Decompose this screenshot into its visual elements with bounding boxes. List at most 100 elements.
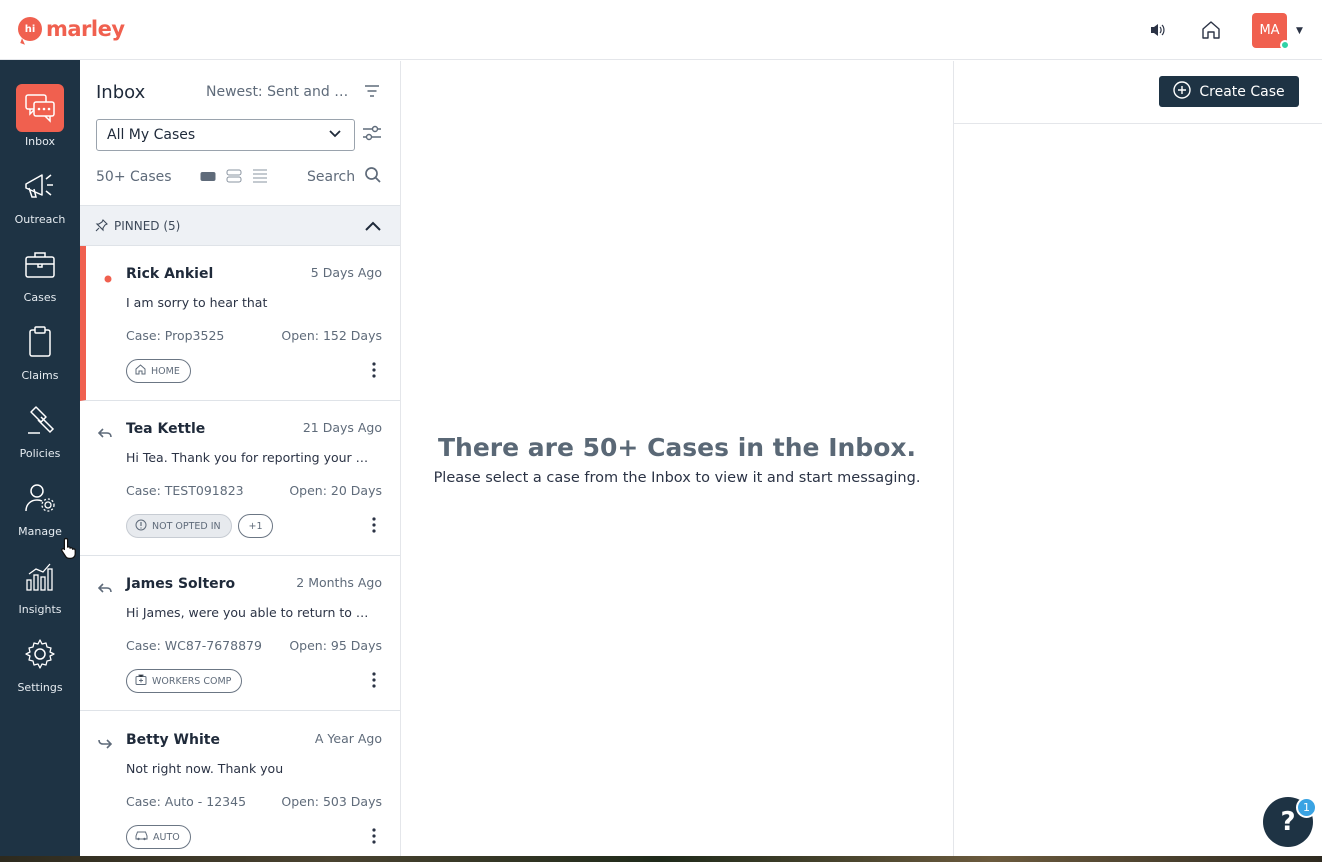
pinned-section-header[interactable]: PINNED (5): [80, 205, 400, 246]
case-tag-label: AUTO: [153, 831, 180, 843]
case-open-days: Open: 95 Days: [289, 638, 382, 653]
case-id: Case: TEST091823: [126, 483, 244, 498]
nav-label: Inbox: [24, 135, 56, 148]
chevron-down-icon: [328, 128, 342, 144]
view-card-icon[interactable]: [200, 168, 216, 182]
megaphone-icon: [16, 162, 64, 210]
nav-item-inbox[interactable]: Inbox: [0, 84, 80, 156]
background-strip: [0, 856, 1322, 862]
case-filter-select[interactable]: All My Cases: [96, 119, 355, 151]
conversation-panel: There are 50+ Cases in the Inbox. Please…: [401, 61, 953, 862]
nav-item-manage[interactable]: Manage: [0, 474, 80, 546]
view-list-icon[interactable]: [252, 168, 268, 183]
clipboard-icon: [16, 318, 64, 366]
case-id: Case: Auto - 12345: [126, 794, 247, 809]
logo-text: marley: [46, 17, 125, 41]
case-card[interactable]: Rick Ankiel 5 Days Ago I am sorry to hea…: [80, 246, 400, 401]
search-icon[interactable]: [364, 166, 382, 188]
case-time: A Year Ago: [314, 731, 382, 746]
filter-icon[interactable]: [364, 83, 380, 102]
case-name: Tea Kettle: [126, 421, 206, 437]
nav-label: Outreach: [14, 213, 66, 226]
case-card[interactable]: Tea Kettle 21 Days Ago Hi Tea. Thank you…: [80, 401, 400, 556]
case-time: 2 Months Ago: [296, 575, 382, 590]
nav-label: Policies: [19, 447, 61, 460]
reply-icon: [97, 423, 112, 442]
case-open-days: Open: 20 Days: [289, 483, 382, 498]
case-tag: AUTO: [126, 825, 191, 849]
case-tag-label: HOME: [151, 365, 180, 377]
help-notification-badge: 1: [1296, 797, 1317, 818]
marley-logo[interactable]: hi marley: [18, 17, 125, 41]
case-open-days: Open: 152 Days: [281, 328, 382, 343]
logo-mark: hi: [18, 17, 42, 41]
nav-label: Manage: [18, 525, 62, 538]
briefcase-icon: [16, 240, 64, 288]
chevron-down-icon[interactable]: ▼: [1296, 26, 1303, 36]
nav-item-policies[interactable]: Policies: [0, 396, 80, 468]
empty-state-subtitle: Please select a case from the Inbox to v…: [433, 470, 921, 486]
more-tags-badge[interactable]: +1: [238, 514, 273, 538]
nav-item-cases[interactable]: Cases: [0, 240, 80, 312]
view-compact-icon[interactable]: [226, 168, 242, 183]
case-message: I am sorry to hear that: [126, 295, 268, 310]
empty-state-title: There are 50+ Cases in the Inbox.: [437, 433, 916, 462]
case-tag: NOT OPTED IN: [126, 514, 232, 538]
forward-icon: [98, 734, 113, 753]
case-tag: HOME: [126, 359, 191, 383]
more-options-icon[interactable]: [372, 672, 376, 692]
alert-icon: [135, 519, 147, 534]
nav-item-settings[interactable]: Settings: [0, 630, 80, 702]
case-card[interactable]: Betty White A Year Ago Not right now. Th…: [80, 712, 400, 862]
create-case-label: Create Case: [1199, 83, 1285, 100]
nav-label: Claims: [21, 369, 59, 382]
more-options-icon[interactable]: [372, 828, 376, 848]
more-options-icon[interactable]: [372, 517, 376, 537]
pinned-label: PINNED (5): [114, 219, 181, 233]
case-tag-label: NOT OPTED IN: [152, 520, 221, 532]
nav-item-claims[interactable]: Claims: [0, 318, 80, 390]
case-tag-label: WORKERS COMP: [152, 675, 232, 687]
case-name: Rick Ankiel: [126, 266, 214, 282]
sliders-icon[interactable]: [362, 125, 382, 145]
nav-item-outreach[interactable]: Outreach: [0, 162, 80, 234]
case-message: Hi Tea. Thank you for reporting your cla…: [126, 450, 372, 465]
details-panel: Create Case: [953, 61, 1322, 862]
pin-icon: [95, 217, 108, 236]
inbox-panel: Inbox Newest: Sent and Re... All My Case…: [80, 61, 401, 862]
chevron-up-icon[interactable]: [364, 218, 382, 237]
case-time: 21 Days Ago: [302, 420, 382, 435]
reply-icon: [97, 578, 112, 597]
create-case-button[interactable]: Create Case: [1159, 76, 1299, 107]
case-id: Case: Prop3525: [126, 328, 225, 343]
nav-label: Insights: [18, 603, 62, 616]
case-name: James Soltero: [126, 576, 236, 592]
bar-chart-icon: [16, 552, 64, 600]
case-filter-value: All My Cases: [107, 127, 196, 143]
gavel-icon: [16, 396, 64, 444]
case-message: Not right now. Thank you: [126, 761, 284, 776]
details-header: Create Case: [954, 61, 1322, 124]
medkit-icon: [135, 674, 147, 688]
case-open-days: Open: 503 Days: [281, 794, 382, 809]
home-icon: [135, 364, 146, 378]
search-label[interactable]: Search: [307, 169, 355, 185]
case-name: Betty White: [126, 732, 220, 748]
case-id: Case: WC87-7678879: [126, 638, 262, 653]
car-icon: [135, 830, 148, 844]
more-options-icon[interactable]: [372, 362, 376, 382]
hand-cursor-icon: [60, 537, 80, 563]
sort-dropdown[interactable]: Newest: Sent and Re...: [206, 84, 356, 100]
unread-dot-icon: [104, 268, 112, 287]
inbox-title: Inbox: [96, 82, 146, 103]
case-count: 50+ Cases: [96, 169, 172, 185]
case-card[interactable]: James Soltero 2 Months Ago Hi James, wer…: [80, 556, 400, 711]
user-gear-icon: [16, 474, 64, 522]
plus-circle-icon: [1173, 80, 1192, 103]
speaker-icon[interactable]: [1146, 18, 1170, 42]
nav-label: Cases: [23, 291, 57, 304]
home-icon[interactable]: [1199, 18, 1223, 42]
nav-label: Settings: [17, 681, 63, 694]
case-time: 5 Days Ago: [310, 265, 382, 280]
case-tag: WORKERS COMP: [126, 669, 243, 693]
